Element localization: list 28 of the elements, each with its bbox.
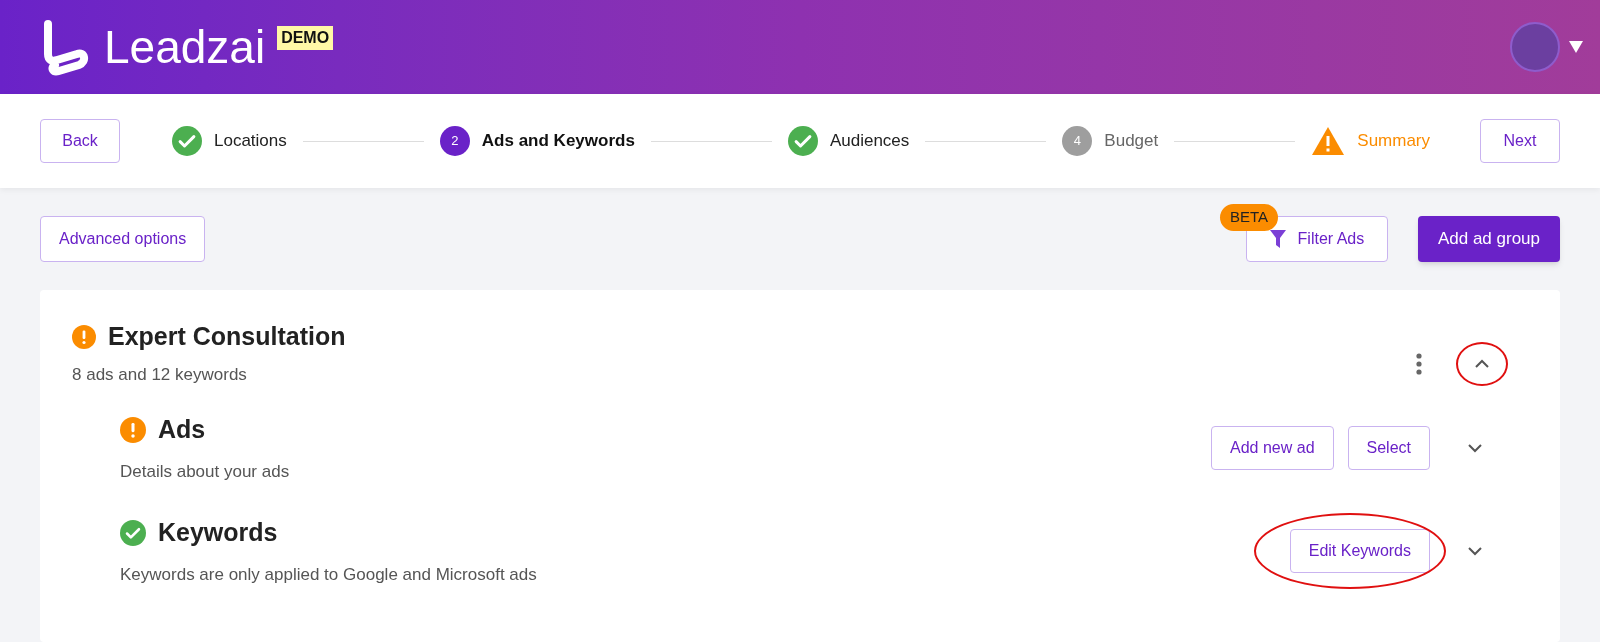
- logo-text: Leadzai: [104, 24, 266, 70]
- ad-group-title: Expert Consultation: [108, 321, 346, 352]
- section-description: Details about your ads: [120, 460, 290, 483]
- next-button[interactable]: Next: [1480, 119, 1560, 163]
- section-action-button[interactable]: Select: [1347, 425, 1430, 470]
- step-label[interactable]: Audiences: [829, 128, 910, 154]
- advanced-options-button[interactable]: Advanced options: [40, 216, 206, 262]
- step-label[interactable]: Budget: [1104, 128, 1159, 154]
- section-action-button[interactable]: Edit Keywords: [1289, 528, 1430, 573]
- step-number: 4: [1062, 126, 1093, 156]
- step-label[interactable]: Locations: [214, 128, 287, 154]
- back-button[interactable]: Back: [40, 119, 120, 163]
- chevron-down-icon[interactable]: [1466, 441, 1484, 454]
- step-number: 2: [439, 126, 470, 156]
- beta-badge: BETA: [1219, 204, 1278, 231]
- section-description: Keywords are only applied to Google and Microsoft ads: [120, 563, 537, 586]
- ad-group-subtitle: 8 ads and 12 keywords: [72, 363, 248, 386]
- more-vertical-icon[interactable]: [1416, 353, 1422, 375]
- demo-badge: DEMO: [277, 26, 334, 50]
- add-ad-group-button[interactable]: Add ad group: [1417, 216, 1560, 262]
- section-title: Ads: [158, 414, 206, 445]
- chevron-down-icon[interactable]: [1466, 544, 1484, 557]
- section-title: Keywords: [158, 517, 278, 548]
- caret-down-icon[interactable]: [1568, 40, 1584, 54]
- step-label[interactable]: Ads and Keywords: [481, 128, 635, 154]
- chevron-up-icon[interactable]: [1473, 358, 1491, 370]
- filter-icon: [1269, 230, 1286, 248]
- section-action-button[interactable]: Add new ad: [1211, 425, 1334, 470]
